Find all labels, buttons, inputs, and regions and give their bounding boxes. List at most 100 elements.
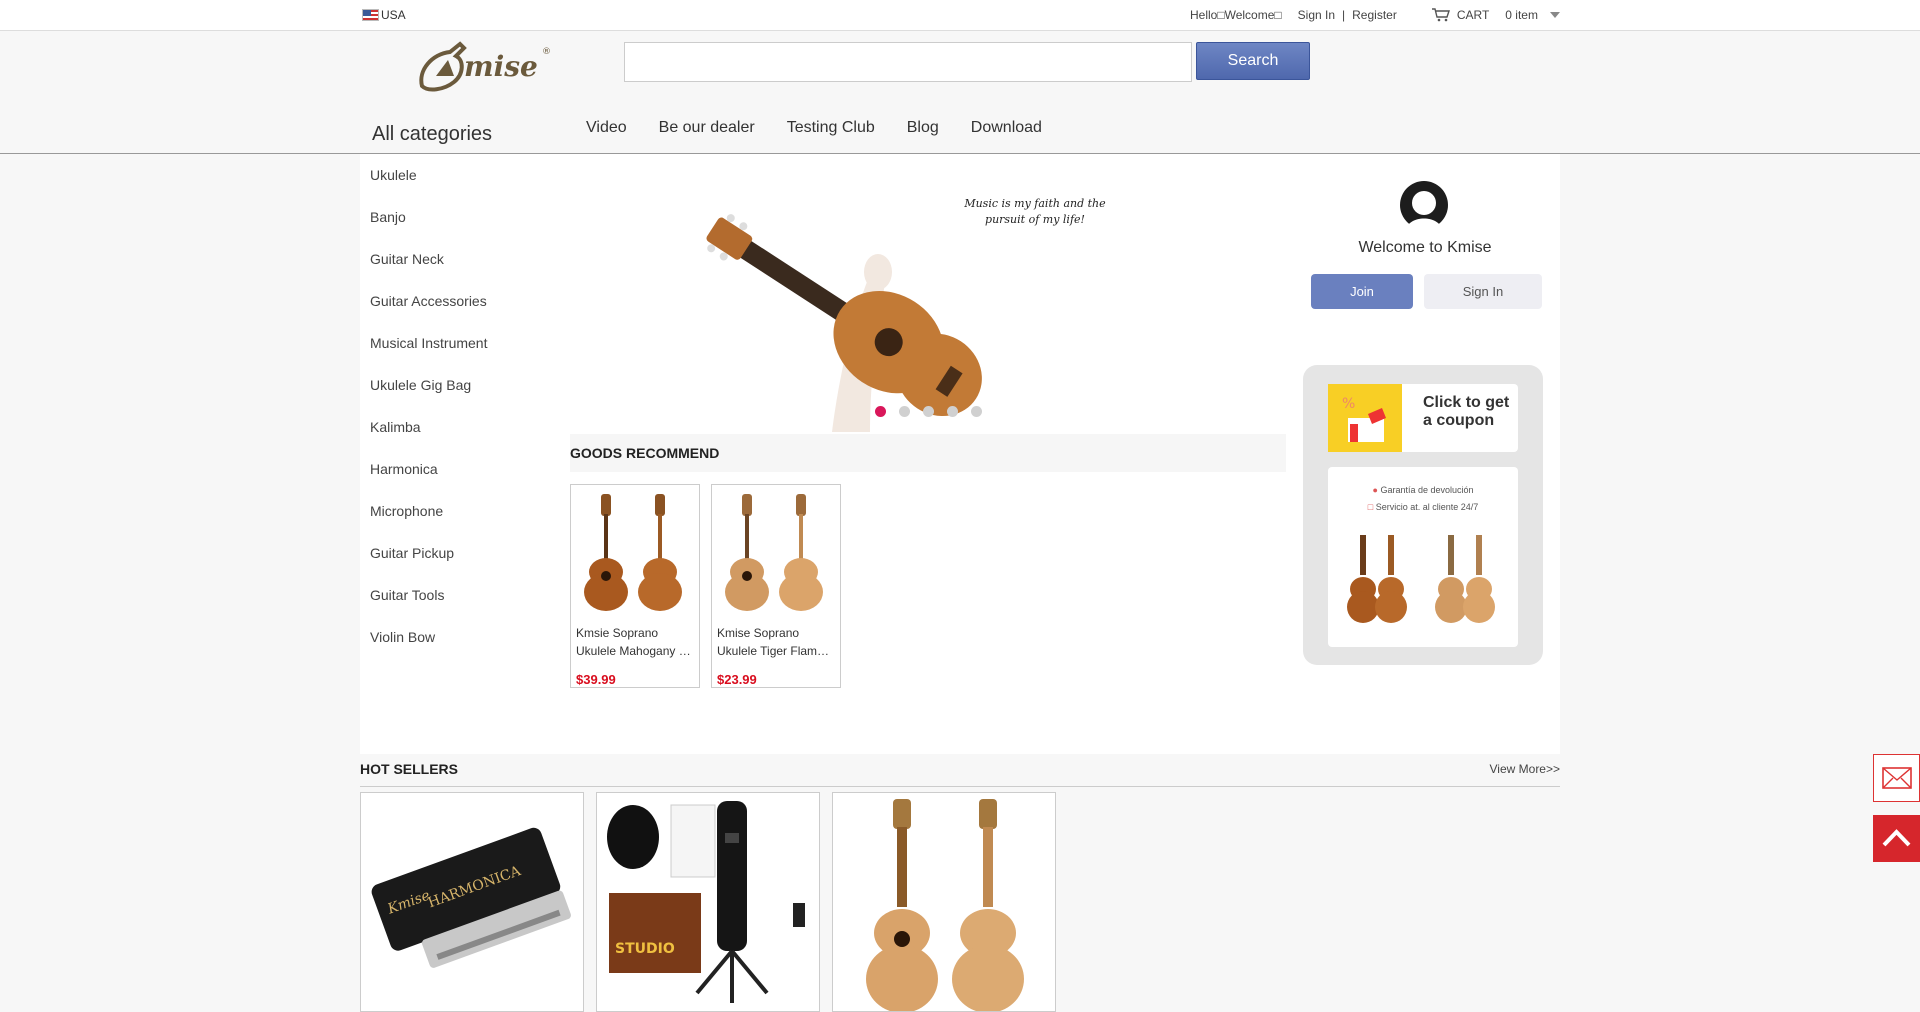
category-item-guitar-pickup[interactable]: Guitar Pickup (370, 532, 487, 574)
category-item-microphone[interactable]: Microphone (370, 490, 487, 532)
greeting-text: Hello□Welcome□ (1190, 8, 1282, 22)
hero-banner[interactable]: Music is my faith and the pursuit of my … (570, 154, 1286, 432)
kmise-logo[interactable]: mise ® (414, 40, 554, 94)
banner-quote-line1: Music is my faith and the (964, 197, 1106, 210)
goods-recommend-title: GOODS RECOMMEND (570, 434, 1286, 472)
view-more-link[interactable]: View More>> (1490, 762, 1560, 776)
hot-sellers-list: HARMONICA Kmise STUDIO (360, 792, 1056, 1012)
mail-icon (1882, 767, 1912, 789)
product-card[interactable]: Kmsie Soprano Ukulele Mahogany … $39.99 (570, 484, 700, 688)
microphone-product-image: STUDIO (607, 801, 805, 1003)
ukulele-banner-image (706, 214, 982, 432)
nav-link-download[interactable]: Download (971, 119, 1042, 137)
category-item-musical-instrument[interactable]: Musical Instrument (370, 322, 487, 364)
product-card[interactable]: Kmise Soprano Ukulele Tiger Flame… $23.9… (711, 484, 841, 688)
product-price: $39.99 (576, 672, 616, 687)
banner-quote: Music is my faith and the pursuit of my … (960, 196, 1110, 228)
main-panel: Ukulele Banjo Guitar Neck Guitar Accesso… (360, 154, 1560, 754)
product-name: Kmsie Soprano Ukulele Mahogany … (571, 614, 699, 660)
us-flag-icon (362, 9, 379, 21)
product-name-line2: Ukulele Mahogany … (576, 644, 691, 658)
carousel-dot-1[interactable] (875, 406, 886, 417)
greeting-glyph: □ (1274, 8, 1282, 22)
join-button[interactable]: Join (1311, 274, 1413, 309)
back-to-top-button[interactable] (1873, 815, 1920, 862)
carousel-dot-2[interactable] (899, 406, 910, 417)
search-input[interactable] (624, 42, 1192, 82)
coupon-text-line1: Click to get (1423, 394, 1510, 411)
link-separator: | (1342, 8, 1346, 22)
product-name-line1: Kmise Soprano (717, 626, 800, 640)
coupon-card[interactable]: % Click to get a coupon (1328, 384, 1518, 452)
category-item-guitar-accessories[interactable]: Guitar Accessories (370, 280, 487, 322)
category-item-ukulele-gig-bag[interactable]: Ukulele Gig Bag (370, 364, 487, 406)
top-bar: USA Hello□Welcome□ Sign In | Register CA… (0, 0, 1920, 31)
product-image (584, 494, 682, 611)
carousel-dot-5[interactable] (971, 406, 982, 417)
promo-card[interactable]: ● Garantía de devolución □ Servicio at. … (1328, 467, 1518, 647)
service-icon: □ (1367, 502, 1374, 512)
carousel-dot-3[interactable] (923, 406, 934, 417)
coupon-panel: % Click to get a coupon ● Garantía de de… (1303, 365, 1543, 665)
contact-mail-button[interactable] (1873, 754, 1920, 802)
hot-seller-card-microphone[interactable]: STUDIO (596, 792, 820, 1012)
category-item-guitar-tools[interactable]: Guitar Tools (370, 574, 487, 616)
harmonica-product-image: HARMONICA Kmise (371, 827, 571, 968)
main-nav: All categories Video Be our dealer Testi… (0, 110, 1920, 154)
product-name-line1: Kmsie Soprano (576, 626, 659, 640)
hot-sellers-header: HOT SELLERS View More>> (360, 754, 1560, 787)
nav-link-dealer[interactable]: Be our dealer (659, 119, 755, 137)
category-item-kalimba[interactable]: Kalimba (370, 406, 487, 448)
svg-text:%: % (1342, 396, 1355, 412)
product-price: $23.99 (717, 672, 757, 687)
promo-line-return: ● Garantía de devolución (1328, 485, 1518, 495)
region-selector[interactable]: USA (362, 8, 406, 22)
welcome-text: Welcome to Kmise (1358, 239, 1492, 256)
svg-text:mise: mise (464, 50, 538, 83)
coupon-text-line2: a coupon (1423, 412, 1495, 429)
promo-line-service: □ Servicio at. al cliente 24/7 (1328, 502, 1518, 512)
nav-link-testing-club[interactable]: Testing Club (787, 119, 875, 137)
cart-label: CART (1456, 8, 1490, 22)
search-button[interactable]: Search (1196, 42, 1310, 80)
account-links: Hello□Welcome□ Sign In | Register CART 0… (1190, 8, 1560, 22)
product-name: Kmise Soprano Ukulele Tiger Flame… (712, 614, 840, 660)
nav-link-video[interactable]: Video (586, 119, 627, 137)
hot-seller-card-harmonica[interactable]: HARMONICA Kmise (360, 792, 584, 1012)
product-image (725, 494, 823, 611)
sign-in-link[interactable]: Sign In (1298, 8, 1335, 22)
hot-sellers-title: HOT SELLERS (360, 761, 459, 777)
product-name-line2: Ukulele Tiger Flame… (717, 644, 835, 658)
banner-quote-line2: pursuit of my life! (985, 213, 1085, 226)
promo-ukulele-image (1347, 535, 1495, 623)
register-link[interactable]: Register (1352, 8, 1397, 22)
category-item-banjo[interactable]: Banjo (370, 196, 487, 238)
return-icon: ● (1372, 485, 1378, 495)
user-avatar-icon (1400, 181, 1448, 229)
sign-in-button[interactable]: Sign In (1424, 274, 1542, 309)
chevron-down-icon (1549, 12, 1560, 18)
svg-text:STUDIO: STUDIO (615, 941, 675, 957)
greeting-glyph: □ (1217, 8, 1225, 22)
category-list: Ukulele Banjo Guitar Neck Guitar Accesso… (370, 154, 487, 658)
all-categories-label[interactable]: All categories (372, 123, 492, 146)
carousel-dots (875, 406, 982, 417)
ukulele-product-image (866, 799, 1024, 1011)
coupon-text: Click to get a coupon (1423, 394, 1518, 430)
category-item-violin-bow[interactable]: Violin Bow (370, 616, 487, 658)
cart-count: 0 item (1505, 8, 1538, 22)
category-item-harmonica[interactable]: Harmonica (370, 448, 487, 490)
category-item-guitar-neck[interactable]: Guitar Neck (370, 238, 487, 280)
carousel-dot-4[interactable] (947, 406, 958, 417)
promo-line2: Servicio at. al cliente 24/7 (1375, 502, 1479, 512)
region-label: USA (381, 8, 406, 22)
category-item-ukulele[interactable]: Ukulele (370, 154, 487, 196)
nav-link-blog[interactable]: Blog (907, 119, 939, 137)
cart-dropdown[interactable]: CART 0 item (1431, 8, 1560, 22)
cart-icon (1431, 8, 1450, 22)
hot-seller-card-ukulele[interactable] (832, 792, 1056, 1012)
svg-text:®: ® (542, 47, 551, 57)
gift-coupon-icon: % (1328, 384, 1402, 452)
goods-recommend-list: Kmsie Soprano Ukulele Mahogany … $39.99 … (570, 484, 841, 688)
chevron-up-icon (1882, 829, 1911, 847)
